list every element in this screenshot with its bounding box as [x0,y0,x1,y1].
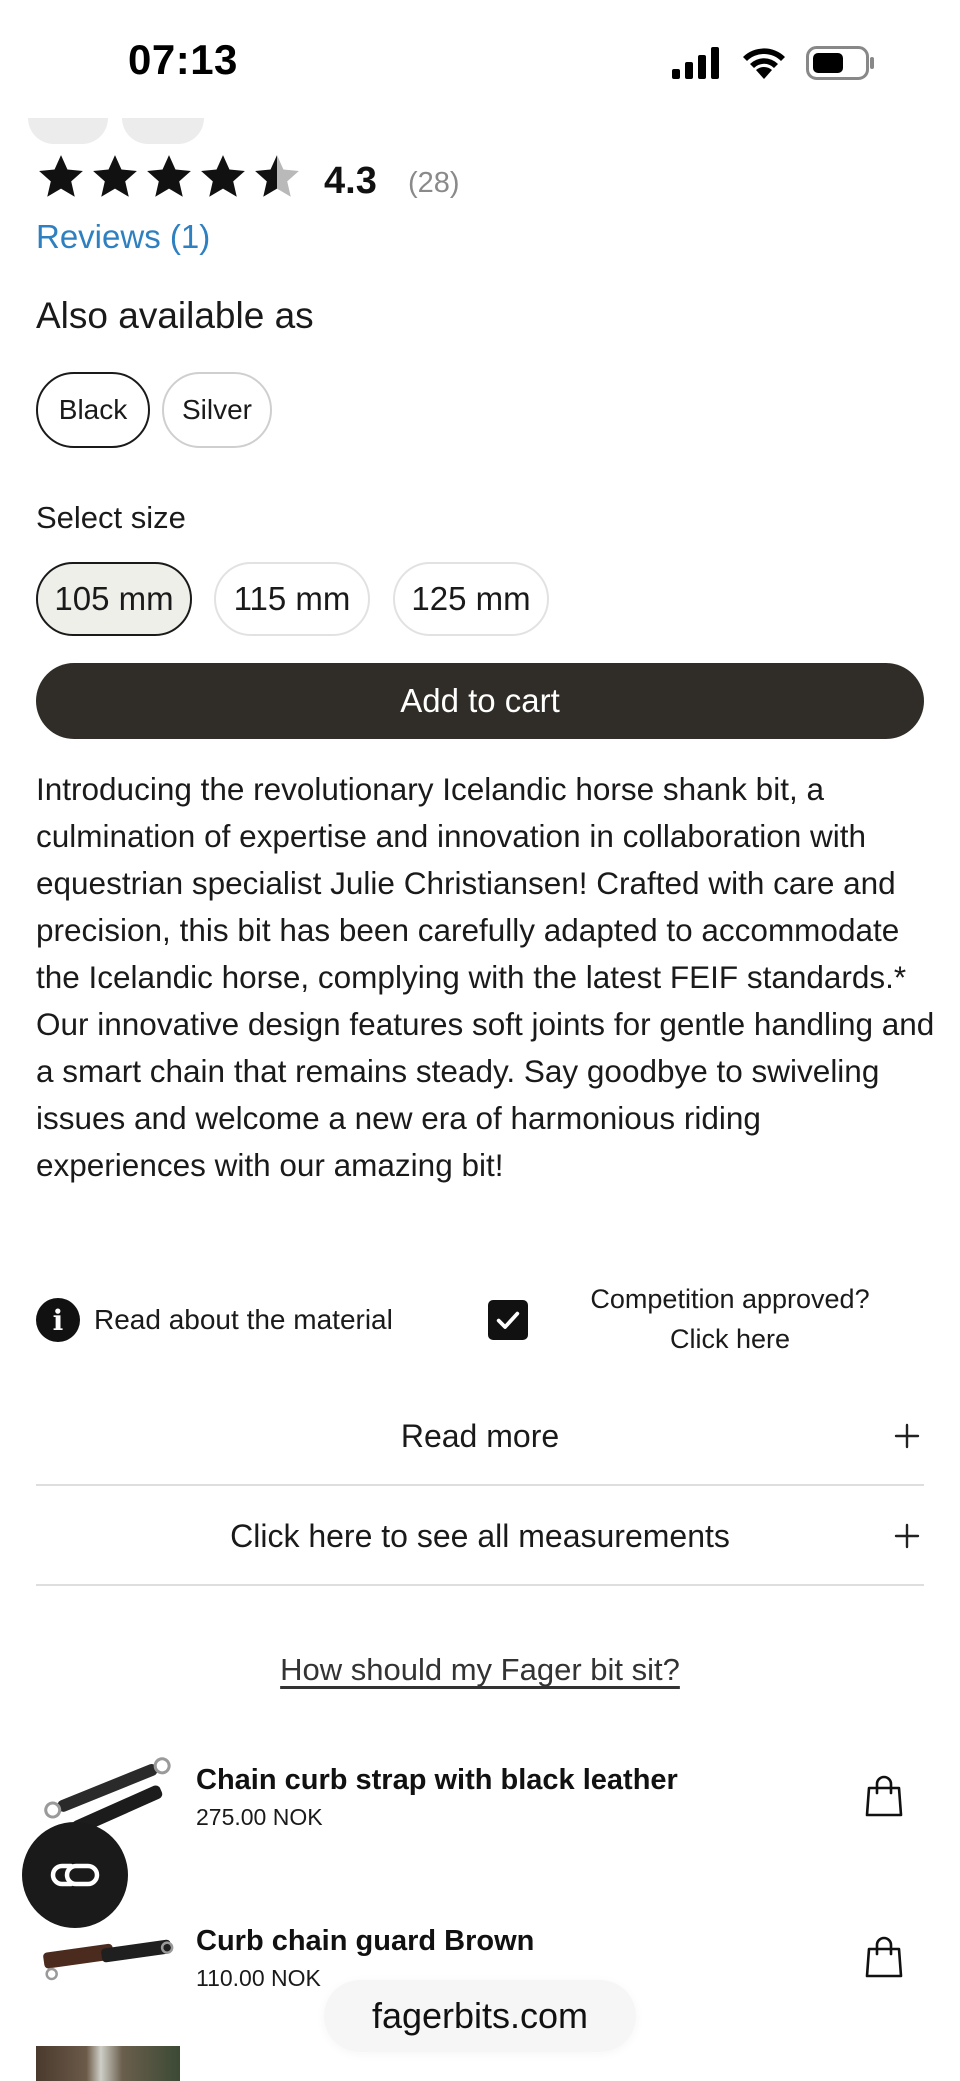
plus-icon [894,1423,920,1449]
add-to-cart-button[interactable]: Add to cart [36,663,924,739]
competition-approved-link[interactable]: Competition approved? Click here [560,1279,900,1359]
rating-value: 4.3 [324,160,377,202]
description-paragraph: Our innovative design features soft join… [36,1006,935,1183]
info-icon: i [36,1298,80,1342]
cellular-signal-icon [672,47,719,79]
competition-line: Competition approved? [590,1284,870,1314]
product-thumbnail[interactable] [36,2046,180,2081]
product-price: 275.00 NOK [196,1804,323,1830]
status-time: 07:13 [128,36,238,83]
rating-count: (28) [408,167,460,199]
shopping-bag-icon[interactable] [862,1935,906,1979]
chat-icon [50,1863,100,1887]
product-price: 110.00 NOK [196,1965,321,1991]
plus-icon [894,1523,920,1549]
product-name[interactable]: Curb chain guard Brown [196,1925,534,1958]
clipped-pill [122,118,204,144]
accordion-read-more[interactable]: Read more [36,1388,924,1486]
battery-icon [806,46,874,80]
competition-line: Click here [669,1324,791,1354]
variant-black-button[interactable]: Black [36,372,150,448]
material-link[interactable]: i Read about the material [36,1298,393,1342]
rating-stars [36,152,302,202]
size-option-115[interactable]: 115 mm [214,562,370,636]
reviews-link[interactable]: Reviews (1) [36,218,210,256]
status-icons [672,46,876,80]
star-icon [93,155,137,197]
checkmark-icon [496,1311,520,1329]
product-name[interactable]: Chain curb strap with black leather [196,1764,678,1797]
half-star-icon [255,155,299,197]
size-title: Select size [36,500,186,535]
star-icon [201,155,245,197]
checkbox-icon[interactable] [488,1300,528,1340]
chat-button[interactable] [22,1822,128,1928]
variant-silver-button[interactable]: Silver [162,372,272,448]
star-icon [147,155,191,197]
description-paragraph: Introducing the revolutionary Icelandic … [36,771,907,995]
wifi-icon [743,48,785,79]
shopping-bag-icon[interactable] [862,1774,906,1818]
size-option-105[interactable]: 105 mm [36,562,192,636]
variants-title: Also available as [36,295,314,336]
bit-fit-guide-link[interactable]: How should my Fager bit sit? [0,1652,960,1688]
accordion-label: Click here to see all measurements [230,1517,730,1554]
clipped-pill [28,118,108,144]
size-option-125[interactable]: 125 mm [393,562,549,636]
material-label: Read about the material [94,1304,393,1335]
product-description: Introducing the revolutionary Icelandic … [36,766,936,1189]
accordion-label: Read more [400,1417,560,1454]
address-bar[interactable]: fagerbits.com [324,1980,636,2052]
star-icon [39,155,83,197]
accordion-measurements[interactable]: Click here to see all measurements [36,1488,924,1586]
